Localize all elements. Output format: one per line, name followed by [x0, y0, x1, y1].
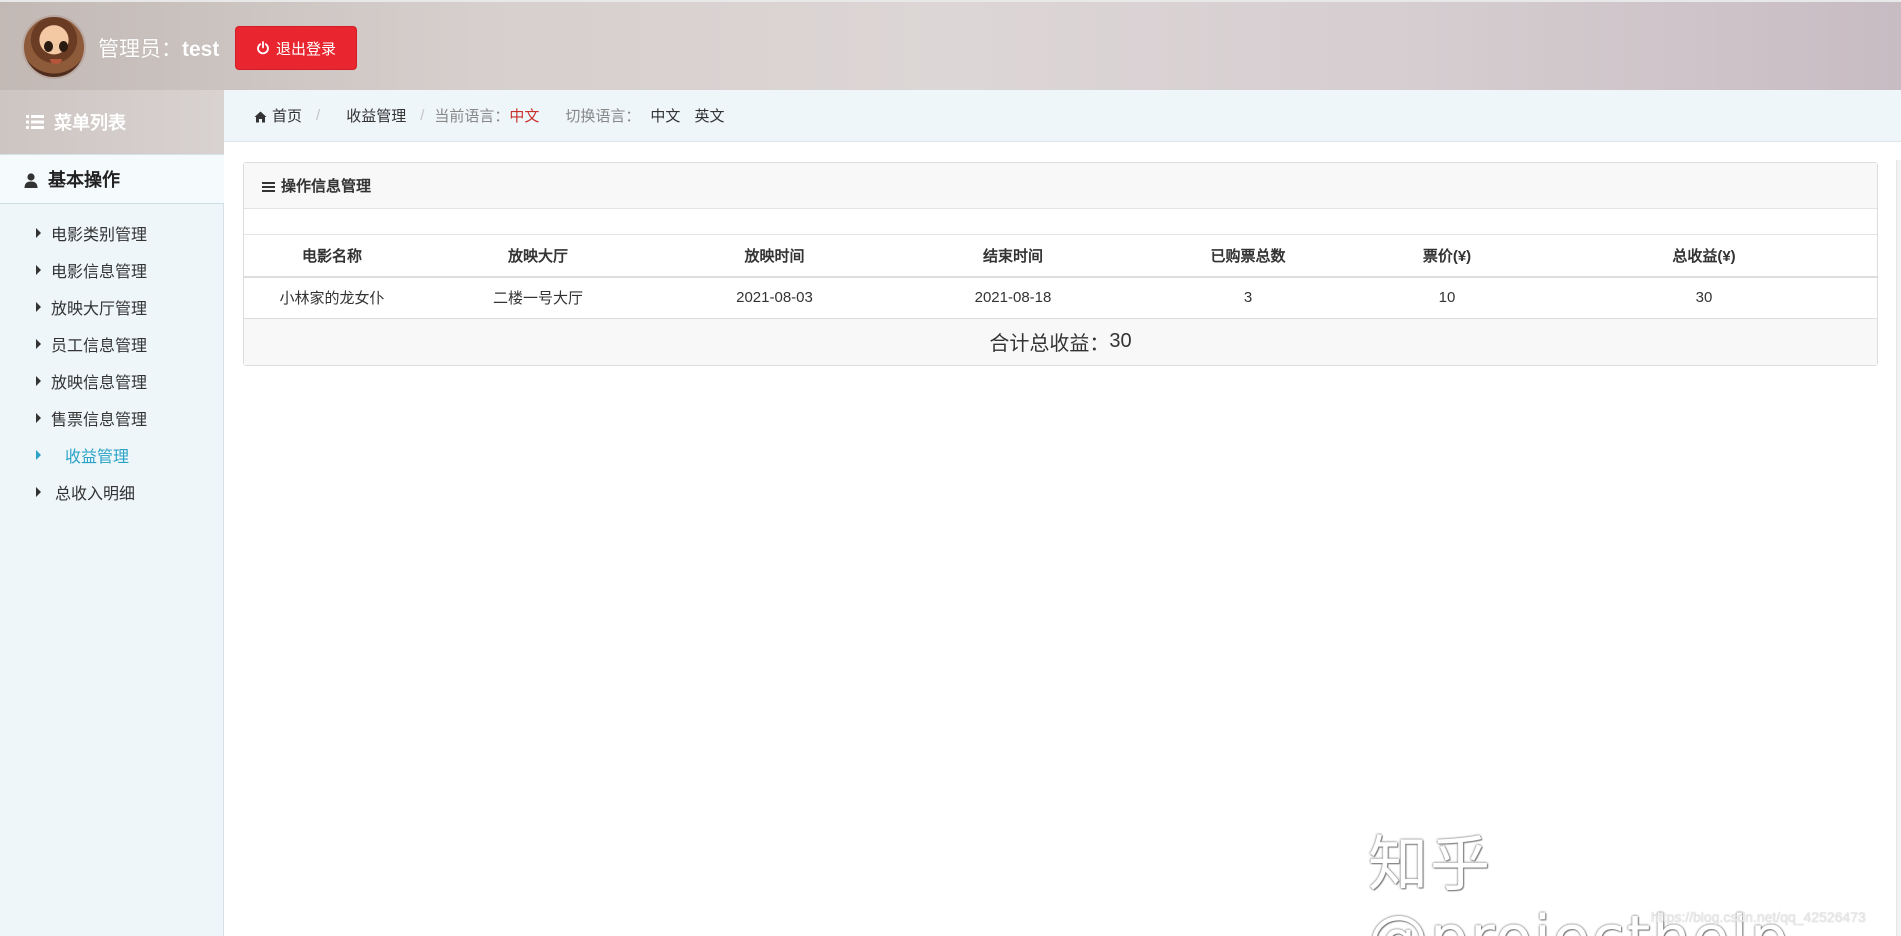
sidebar-item-label: 放映信息管理: [51, 374, 148, 392]
sidebar-item-label: 电影信息管理: [51, 263, 148, 281]
panel-header: 操作信息管理: [244, 163, 1877, 209]
sidebar-item-ticket[interactable]: 售票信息管理: [0, 399, 224, 436]
total-revenue-value: 30: [1109, 330, 1132, 352]
admin-avatar: [22, 15, 86, 79]
sidebar-item-staff[interactable]: 员工信息管理: [0, 325, 224, 362]
user-icon: [24, 172, 38, 188]
revenue-table: 电影名称 放映大厅 放映时间 结束时间 已购票总数 票价(¥) 总收益(¥) 小…: [244, 235, 1877, 319]
list-icon: [26, 114, 44, 130]
cell-movie-name: 小林家的龙女仆: [244, 277, 420, 319]
sidebar-menu-list: 电影类别管理 电影信息管理 放映大厅管理 员工信息管理 放映信息管理 售票信息管…: [0, 214, 224, 510]
total-revenue-label: 合计总收益：: [989, 333, 1110, 355]
column-header: 已购票总数: [1133, 235, 1363, 278]
sidebar-item-revenue[interactable]: 收益管理: [0, 436, 224, 473]
caret-right-icon: [36, 338, 41, 349]
cell-total-revenue: 30: [1531, 277, 1877, 319]
caret-right-icon: [36, 264, 41, 275]
bars-icon: [262, 180, 275, 192]
column-header: 结束时间: [893, 235, 1133, 278]
sidebar-item-label: 放映大厅管理: [51, 300, 148, 318]
caret-right-icon: [36, 412, 41, 423]
logout-button[interactable]: 退出登录: [235, 26, 357, 70]
csdn-watermark: https://blog.csdn.net/qq_42526473: [1651, 909, 1866, 925]
column-header: 放映大厅: [420, 235, 656, 278]
sidebar-item-label: 售票信息管理: [51, 411, 148, 429]
caret-right-icon: [36, 449, 41, 460]
sidebar-menu-title: 菜单列表: [0, 90, 224, 154]
logout-label: 退出登录: [275, 40, 336, 58]
total-revenue-footer: 合计总收益： 30: [244, 318, 1877, 365]
column-header: 放映时间: [656, 235, 893, 278]
cell-start-time: 2021-08-03: [656, 277, 893, 319]
cell-end-time: 2021-08-18: [893, 277, 1133, 319]
avatar-eye: [44, 41, 53, 52]
cell-tickets-sold: 3: [1133, 277, 1363, 319]
cell-ticket-price: 10: [1363, 277, 1531, 319]
breadcrumb-separator: /: [420, 107, 425, 124]
sidebar: 菜单列表 基本操作 电影类别管理 电影信息管理 放映大厅管理 员工信息管理 放映…: [0, 90, 224, 936]
language-zh-link[interactable]: 中文: [650, 105, 680, 126]
sidebar-item-movie-category[interactable]: 电影类别管理: [0, 214, 224, 251]
caret-right-icon: [36, 375, 41, 386]
current-language-value: 中文: [509, 108, 540, 125]
breadcrumb-separator: /: [316, 107, 321, 124]
caret-right-icon: [36, 301, 41, 312]
column-header: 总收益(¥): [1531, 235, 1877, 278]
sidebar-item-screening[interactable]: 放映信息管理: [0, 362, 224, 399]
cell-hall: 二楼一号大厅: [420, 277, 656, 319]
switch-language-label: 切换语言：: [565, 108, 641, 125]
admin-username: test: [182, 38, 220, 61]
sidebar-item-label: 收益管理: [65, 448, 130, 466]
language-en-link[interactable]: 英文: [694, 105, 724, 126]
avatar-eye: [59, 41, 68, 52]
column-header: 电影名称: [244, 235, 420, 278]
breadcrumb-current: 收益管理: [346, 108, 407, 125]
table-header-row: 电影名称 放映大厅 放映时间 结束时间 已购票总数 票价(¥) 总收益(¥): [244, 235, 1877, 278]
caret-right-icon: [36, 227, 41, 238]
sidebar-item-label: 电影类别管理: [51, 226, 148, 244]
revenue-panel: 操作信息管理 电影名称 放映大厅 放映时间 结束时间 已购票总数 票价(¥) 总…: [243, 162, 1878, 366]
current-language-label: 当前语言：: [434, 108, 510, 125]
admin-label-prefix: 管理员：: [98, 38, 182, 61]
top-header: 管理员：test 退出登录: [0, 0, 1901, 90]
sidebar-item-label: 员工信息管理: [51, 337, 148, 355]
breadcrumb: 首页 / 收益管理 / 当前语言： 中文 切换语言： 中文 英文: [224, 90, 1901, 142]
caret-right-icon: [36, 486, 41, 497]
panel-toolbar-row: [244, 209, 1877, 235]
sidebar-item-label: 总收入明细: [55, 485, 136, 503]
table-row: 小林家的龙女仆 二楼一号大厅 2021-08-03 2021-08-18 3 1…: [244, 277, 1877, 319]
sidebar-item-income-detail[interactable]: 总收入明细: [0, 473, 224, 510]
section-title: 基本操作: [48, 170, 120, 190]
power-icon: [256, 41, 270, 55]
admin-label: 管理员：test: [98, 33, 219, 63]
menu-title-label: 菜单列表: [54, 113, 126, 133]
panel-title: 操作信息管理: [281, 178, 372, 195]
sidebar-item-hall[interactable]: 放映大厅管理: [0, 288, 224, 325]
home-icon: [254, 110, 267, 122]
avatar-mouth: [50, 59, 62, 64]
sidebar-section-basic[interactable]: 基本操作: [0, 154, 224, 204]
column-header: 票价(¥): [1363, 235, 1531, 278]
sidebar-item-movie-info[interactable]: 电影信息管理: [0, 251, 224, 288]
breadcrumb-home-link[interactable]: 首页: [272, 105, 302, 126]
